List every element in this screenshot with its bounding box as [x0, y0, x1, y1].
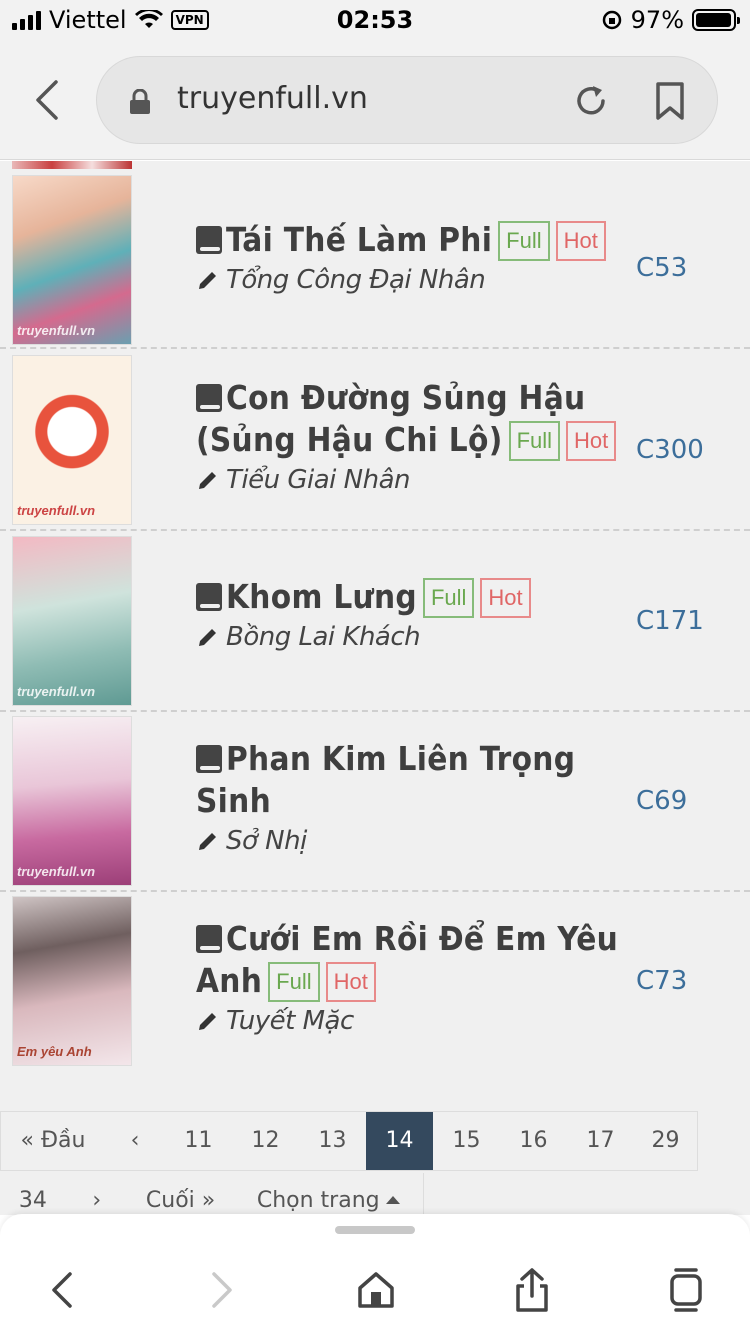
- story-title[interactable]: Cưới Em Rồi Để Em Yêu Anh: [196, 919, 618, 1000]
- story-title[interactable]: Phan Kim Liên Trọng Sinh: [196, 739, 575, 820]
- browser-address-bar: truyenfull.vn: [0, 40, 750, 160]
- page-link[interactable]: 13: [299, 1112, 366, 1170]
- full-label: Full: [422, 578, 475, 618]
- hot-label: Hot: [480, 578, 531, 618]
- tabs-icon[interactable]: [662, 1266, 710, 1314]
- choose-page-dropdown[interactable]: Chọn trang: [233, 1173, 423, 1215]
- browser-toolbar: [0, 1214, 750, 1334]
- hot-label: Hot: [555, 221, 606, 261]
- story-author-line: Tổng Công Đại Nhân: [196, 265, 626, 295]
- story-title[interactable]: Khom Lưng: [226, 577, 417, 616]
- book-icon: [196, 583, 222, 611]
- pencil-icon: [199, 472, 216, 489]
- status-bar: Viettel VPN 02:53 97%: [0, 0, 750, 40]
- next-page-link[interactable]: ›: [66, 1173, 128, 1215]
- page-link[interactable]: 15: [433, 1112, 500, 1170]
- story-title-line[interactable]: Phan Kim Liên Trọng Sinh: [196, 738, 626, 822]
- status-right: 97%: [601, 6, 740, 34]
- story-info: Tái Thế Làm Phi Full Hot Tổng Công Đại Nhâ…: [196, 219, 626, 295]
- book-icon: [196, 745, 222, 773]
- full-label: Full: [508, 421, 561, 461]
- battery-icon: [692, 9, 740, 31]
- story-author-line: Sở Nhị: [196, 826, 626, 856]
- prev-page-link[interactable]: ‹: [105, 1112, 165, 1170]
- sheet-grabber[interactable]: [335, 1226, 415, 1234]
- home-icon[interactable]: [352, 1266, 400, 1314]
- latest-chapter-link[interactable]: C69: [636, 786, 687, 816]
- page-link[interactable]: 17: [567, 1112, 634, 1170]
- story-cover-image[interactable]: truyenfull.vn: [12, 355, 132, 525]
- latest-chapter-link[interactable]: C300: [636, 435, 704, 465]
- first-page-link[interactable]: « Đầu: [1, 1112, 105, 1170]
- orientation-lock-icon: [602, 10, 621, 30]
- share-icon[interactable]: [508, 1266, 556, 1314]
- story-title-line[interactable]: Con Đường Sủng Hậu (Sủng Hậu Chi Lộ) Full…: [196, 377, 626, 461]
- story-cover-image[interactable]: truyenfull.vn: [12, 716, 132, 886]
- book-icon: [196, 384, 222, 412]
- pencil-icon: [199, 272, 216, 289]
- page-link[interactable]: 29: [634, 1112, 697, 1170]
- pagination-row-2: 34 › Cuối » Chọn trang: [0, 1173, 424, 1215]
- story-title[interactable]: Tái Thế Làm Phi: [226, 220, 492, 259]
- story-row[interactable]: Em yêu Anh Cưới Em Rồi Để Em Yêu Anh Full…: [0, 892, 750, 1072]
- latest-chapter-link[interactable]: C53: [636, 253, 687, 283]
- full-label: Full: [268, 962, 320, 1002]
- choose-page-label: Chọn trang: [256, 1188, 380, 1213]
- story-info: Khom Lưng Full Hot Bồng Lai Khách: [196, 576, 626, 652]
- latest-chapter-link[interactable]: C171: [636, 606, 704, 636]
- story-cover-image[interactable]: truyenfull.vn: [12, 175, 132, 345]
- book-icon: [196, 226, 222, 254]
- previous-cover-edge: [12, 161, 132, 169]
- page-link[interactable]: 11: [165, 1112, 232, 1170]
- back-chevron-icon[interactable]: [30, 78, 64, 122]
- url-field[interactable]: truyenfull.vn: [96, 56, 718, 144]
- story-author-line: Tuyết Mặc: [196, 1006, 626, 1036]
- story-author: Tuyết Mặc: [226, 1006, 354, 1036]
- pagination: « Đầu ‹ 11 12 13 14 15 16 17 29: [0, 1111, 698, 1171]
- story-row[interactable]: truyenfull.vn Con Đường Sủng Hậu (Sủng H…: [0, 351, 750, 531]
- last-page-link[interactable]: Cuối »: [128, 1173, 234, 1215]
- caret-up-icon: [385, 1196, 400, 1204]
- story-info: Phan Kim Liên Trọng Sinh Sở Nhị: [196, 738, 626, 856]
- story-info: Con Đường Sủng Hậu (Sủng Hậu Chi Lộ) Full…: [196, 377, 626, 495]
- bookmark-icon[interactable]: [653, 81, 687, 121]
- story-author: Bồng Lai Khách: [226, 622, 421, 652]
- story-info: Cưới Em Rồi Để Em Yêu Anh Full Hot Tuyết M…: [196, 918, 626, 1036]
- story-author: Tổng Công Đại Nhân: [226, 265, 486, 295]
- hot-label: Hot: [566, 421, 617, 461]
- latest-chapter-link[interactable]: C73: [636, 966, 687, 996]
- hot-label: Hot: [325, 962, 376, 1002]
- story-row[interactable]: truyenfull.vn Tái Thế Làm Phi Full Hot Tổn…: [0, 169, 750, 349]
- story-author: Tiểu Giai Nhân: [226, 465, 410, 495]
- full-label: Full: [498, 221, 550, 261]
- story-title-line[interactable]: Tái Thế Làm Phi Full Hot: [196, 219, 626, 261]
- lock-icon: [130, 89, 150, 114]
- story-title-line[interactable]: Khom Lưng Full Hot: [196, 576, 626, 618]
- current-page[interactable]: 14: [366, 1112, 433, 1170]
- story-row[interactable]: truyenfull.vn Khom Lưng Full Hot Bồng Lai …: [0, 532, 750, 712]
- story-title-line[interactable]: Cưới Em Rồi Để Em Yêu Anh Full Hot: [196, 918, 626, 1002]
- page-link[interactable]: 12: [232, 1112, 299, 1170]
- story-author-line: Bồng Lai Khách: [196, 622, 626, 652]
- pencil-icon: [199, 1013, 216, 1030]
- battery-percent: 97%: [630, 6, 684, 34]
- story-author-line: Tiểu Giai Nhân: [196, 465, 626, 495]
- pencil-icon: [199, 833, 216, 850]
- reload-icon[interactable]: [571, 81, 611, 121]
- story-author: Sở Nhị: [226, 826, 307, 856]
- story-row[interactable]: truyenfull.vn Phan Kim Liên Trọng Sinh S…: [0, 712, 750, 892]
- book-icon: [196, 925, 222, 953]
- page-link[interactable]: 16: [500, 1112, 567, 1170]
- forward-icon: [212, 1272, 232, 1308]
- back-icon[interactable]: [40, 1266, 88, 1314]
- story-cover-image[interactable]: Em yêu Anh: [12, 896, 132, 1066]
- story-cover-image[interactable]: truyenfull.vn: [12, 536, 132, 706]
- pencil-icon: [199, 629, 216, 646]
- url-text: truyenfull.vn: [177, 81, 368, 116]
- story-list-page: truyenfull.vn Tái Thế Làm Phi Full Hot Tổn…: [0, 161, 750, 1215]
- page-link[interactable]: 34: [0, 1173, 66, 1215]
